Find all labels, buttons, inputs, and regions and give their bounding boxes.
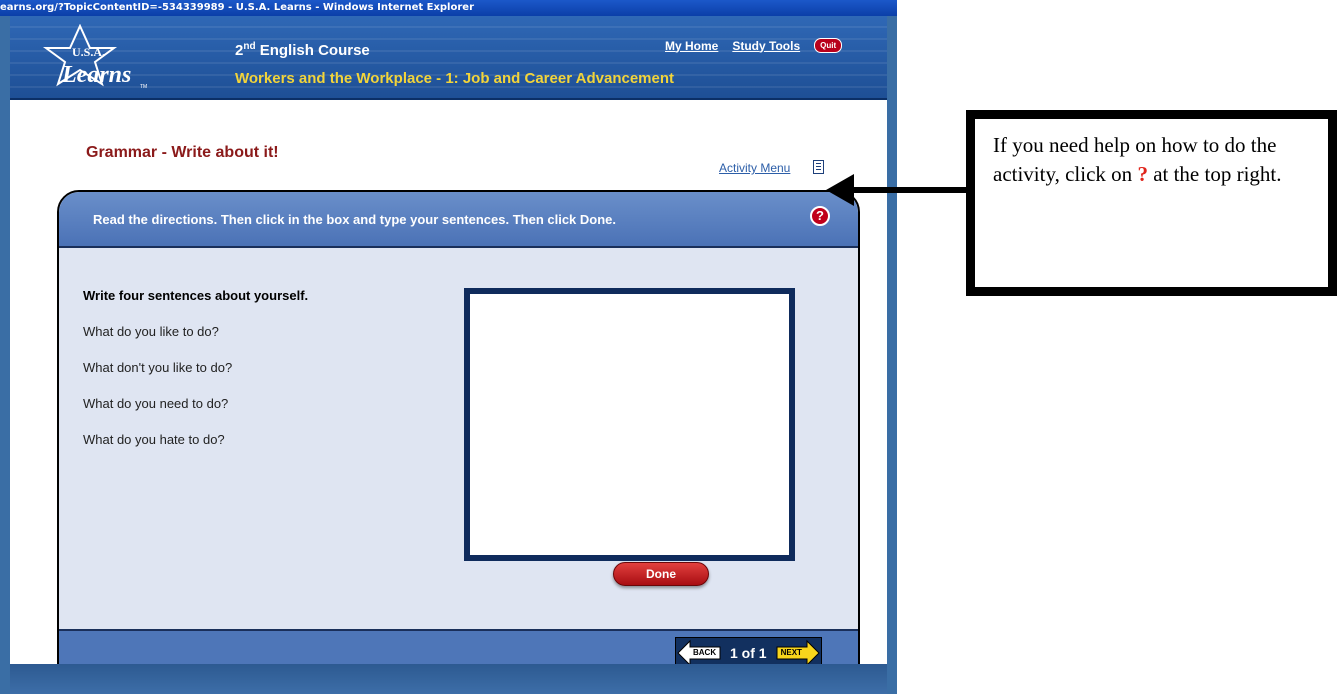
page-counter: 1 of 1 bbox=[730, 645, 767, 661]
unit-title: Workers and the Workplace - 1: Job and C… bbox=[235, 70, 675, 87]
next-label: NEXT bbox=[780, 648, 802, 657]
prompt-title: Write four sentences about yourself. bbox=[83, 288, 309, 303]
help-callout: If you need help on how to do the activi… bbox=[966, 110, 1337, 296]
directions-bar: Read the directions. Then click in the b… bbox=[59, 192, 858, 248]
my-home-link[interactable]: My Home bbox=[665, 39, 718, 53]
callout-question-mark: ? bbox=[1137, 162, 1148, 186]
back-label: BACK bbox=[693, 648, 717, 657]
answer-textarea[interactable] bbox=[464, 288, 795, 561]
usa-learns-logo[interactable]: U.S.A. Learns TM bbox=[28, 24, 158, 94]
question-item: What don't you like to do? bbox=[83, 360, 233, 375]
question-item: What do you hate to do? bbox=[83, 432, 225, 447]
web-page: U.S.A. Learns TM 2nd English Course Work… bbox=[10, 16, 887, 694]
logo-text-top: U.S.A. bbox=[72, 45, 105, 59]
activity-panel: Read the directions. Then click in the b… bbox=[57, 190, 860, 674]
browser-window: earns.org/?TopicContentID=-534339989 - U… bbox=[0, 0, 897, 694]
callout-text: If you need help on how to do the activi… bbox=[993, 133, 1282, 186]
document-list-icon[interactable] bbox=[813, 160, 824, 174]
activity-menu-link[interactable]: Activity Menu bbox=[719, 161, 790, 175]
study-tools-link[interactable]: Study Tools bbox=[732, 39, 800, 53]
quit-button[interactable]: Quit bbox=[814, 38, 843, 53]
logo-tm: TM bbox=[140, 84, 147, 90]
page-title: Grammar - Write about it! bbox=[86, 144, 279, 161]
top-nav: My Home Study Tools Quit bbox=[665, 38, 843, 53]
browser-title-bar: earns.org/?TopicContentID=-534339989 - U… bbox=[0, 0, 897, 16]
callout-arrow-icon bbox=[826, 174, 970, 206]
screenshot: earns.org/?TopicContentID=-534339989 - U… bbox=[0, 0, 1339, 694]
banner-divider bbox=[10, 98, 887, 100]
question-item: What do you like to do? bbox=[83, 324, 219, 339]
question-item: What do you need to do? bbox=[83, 396, 229, 411]
site-banner: U.S.A. Learns TM 2nd English Course Work… bbox=[10, 16, 887, 98]
directions-text: Read the directions. Then click in the b… bbox=[93, 212, 617, 227]
course-title: 2nd English Course bbox=[235, 41, 370, 59]
logo-text-main: Learns bbox=[61, 62, 131, 88]
window-bottom-frame bbox=[10, 664, 887, 694]
done-button[interactable]: Done bbox=[613, 562, 709, 586]
